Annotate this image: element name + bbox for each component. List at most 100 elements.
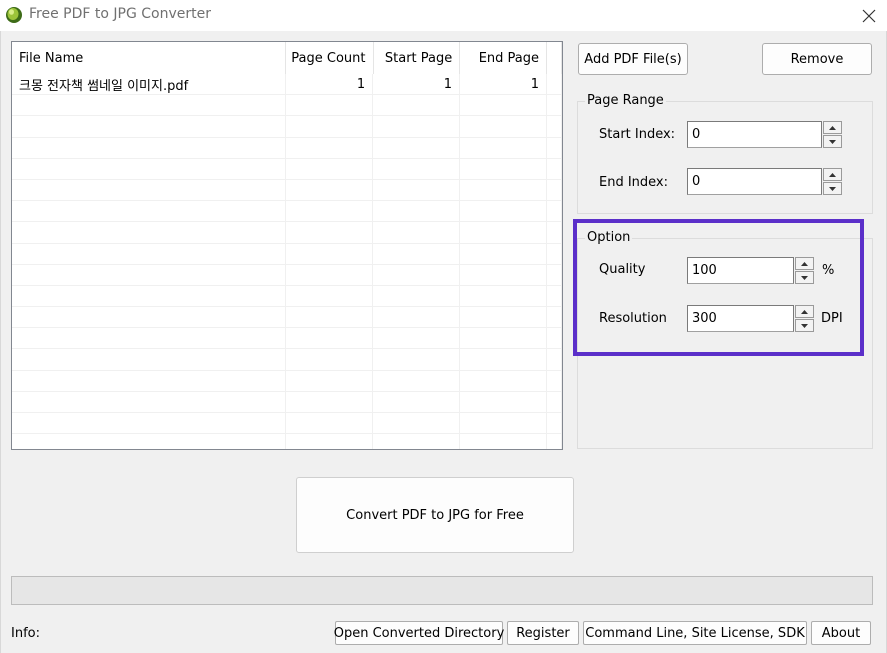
empty-row <box>12 158 562 180</box>
empty-cell <box>460 243 547 264</box>
file-list-rows: 크몽 전자책 썸네일 이미지.pdf 1 1 1 <box>12 74 562 449</box>
empty-cell <box>547 243 562 264</box>
option-highlight-box <box>573 219 864 356</box>
empty-cell <box>373 137 461 158</box>
empty-cell <box>12 95 287 116</box>
empty-cell <box>547 137 562 158</box>
end-index-down-button[interactable] <box>823 182 842 195</box>
file-list-header: File Name Page Count Start Page End Page <box>12 42 562 74</box>
empty-cell <box>12 116 287 137</box>
column-header-start-page[interactable]: Start Page <box>374 42 461 74</box>
empty-cell <box>547 434 562 449</box>
end-index-up-button[interactable] <box>823 168 842 181</box>
green-globe-icon <box>6 7 22 23</box>
empty-cell <box>286 95 374 116</box>
file-list[interactable]: File Name Page Count Start Page End Page… <box>11 41 563 450</box>
empty-cell <box>460 307 547 328</box>
close-button[interactable] <box>851 0 887 31</box>
table-row[interactable]: 크몽 전자책 썸네일 이미지.pdf 1 1 1 <box>12 74 562 96</box>
empty-cell <box>12 179 287 201</box>
empty-cell <box>547 413 562 434</box>
empty-cell <box>373 201 461 222</box>
empty-row <box>12 349 562 371</box>
empty-row <box>12 137 562 159</box>
title-bar: Free PDF to JPG Converter <box>0 0 887 31</box>
empty-row <box>12 264 562 286</box>
empty-cell <box>286 370 374 391</box>
empty-cell <box>373 434 461 449</box>
empty-cell <box>286 243 374 264</box>
empty-cell <box>12 264 287 285</box>
empty-cell <box>286 413 374 434</box>
window-title: Free PDF to JPG Converter <box>29 6 211 22</box>
empty-cell <box>460 328 547 349</box>
empty-cell <box>12 349 287 370</box>
convert-button[interactable]: Convert PDF to JPG for Free <box>296 477 574 553</box>
column-header-page-count[interactable]: Page Count <box>286 42 374 74</box>
empty-cell <box>547 349 562 370</box>
empty-cell <box>286 328 374 349</box>
empty-cell <box>460 434 547 449</box>
empty-row <box>12 285 562 308</box>
cell-page-count: 1 <box>286 74 374 95</box>
empty-cell <box>286 391 374 412</box>
empty-cell <box>12 434 287 449</box>
empty-cell <box>373 243 461 264</box>
end-index-spinner <box>823 168 842 195</box>
empty-cell <box>460 116 547 137</box>
empty-row <box>12 307 562 329</box>
empty-cell <box>547 328 562 349</box>
cell-start-page: 1 <box>373 74 461 95</box>
start-index-up-button[interactable] <box>823 121 842 134</box>
empty-cell <box>373 264 461 285</box>
progress-bar <box>11 576 873 605</box>
empty-cell <box>286 116 374 137</box>
empty-cell <box>547 285 562 307</box>
start-index-input[interactable]: 0 <box>687 121 822 148</box>
empty-cell <box>286 349 374 370</box>
empty-cell <box>460 179 547 201</box>
empty-row <box>12 391 562 413</box>
empty-cell <box>460 158 547 179</box>
empty-cell <box>460 264 547 285</box>
empty-cell <box>286 179 374 201</box>
empty-cell <box>373 285 461 307</box>
page-range-group <box>577 101 873 214</box>
empty-cell <box>12 307 287 328</box>
empty-cell <box>460 413 547 434</box>
column-header-end-page[interactable]: End Page <box>460 42 547 74</box>
empty-cell <box>460 95 547 116</box>
empty-cell <box>547 307 562 328</box>
open-converted-directory-button[interactable]: Open Converted Directory <box>334 621 504 645</box>
empty-cell <box>12 201 287 222</box>
empty-cell <box>460 285 547 307</box>
empty-row <box>12 434 562 449</box>
start-index-down-button[interactable] <box>823 135 842 148</box>
empty-cell <box>286 285 374 307</box>
cell-file-name: 크몽 전자책 썸네일 이미지.pdf <box>12 74 287 95</box>
empty-row <box>12 222 562 244</box>
empty-cell <box>373 328 461 349</box>
empty-cell <box>460 349 547 370</box>
empty-cell <box>460 137 547 158</box>
add-pdf-button[interactable]: Add PDF File(s) <box>578 43 688 75</box>
empty-cell <box>547 370 562 391</box>
empty-cell <box>286 264 374 285</box>
end-index-input[interactable]: 0 <box>687 168 822 195</box>
empty-cell <box>373 222 461 243</box>
empty-cell <box>12 370 287 391</box>
register-button[interactable]: Register <box>507 621 579 645</box>
empty-cell <box>547 116 562 137</box>
remove-button[interactable]: Remove <box>762 43 872 75</box>
start-index-spinner <box>823 121 842 148</box>
empty-row <box>12 328 562 350</box>
about-button[interactable]: About <box>811 621 871 645</box>
column-header-spacer <box>547 42 562 74</box>
empty-cell <box>12 285 287 307</box>
column-header-file-name[interactable]: File Name <box>12 42 286 74</box>
empty-cell <box>286 222 374 243</box>
empty-cell <box>286 158 374 179</box>
empty-cell <box>286 434 374 449</box>
empty-cell <box>12 158 287 179</box>
command-line-button[interactable]: Command Line, Site License, SDK <box>583 621 807 645</box>
